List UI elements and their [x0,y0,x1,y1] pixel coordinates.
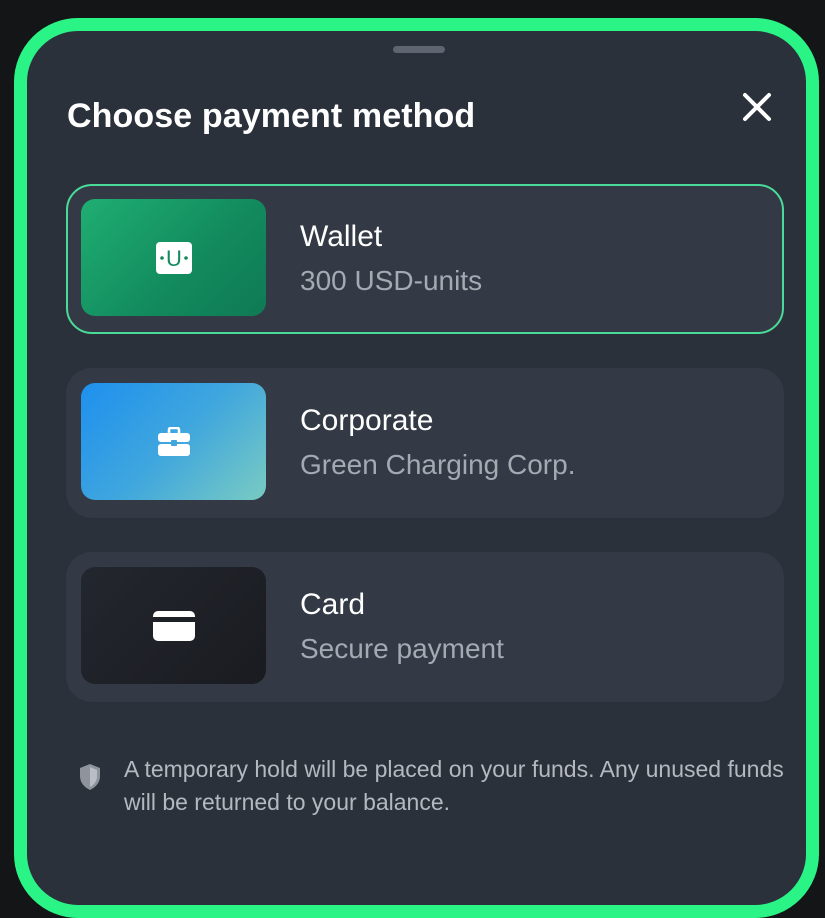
corporate-text: Corporate Green Charging Corp. [300,404,575,482]
option-title: Wallet [300,220,383,253]
wallet-thumbnail: U [81,199,266,316]
credit-card-icon [152,610,195,641]
close-button[interactable] [735,85,779,129]
briefcase-icon [157,426,190,456]
notice-text: A temporary hold will be placed on your … [124,756,784,815]
option-subtitle: 300 USD-units [300,265,483,296]
payment-option-wallet[interactable]: U Wallet 300 USD-units [66,184,784,334]
shield-icon [80,764,100,790]
drag-handle[interactable] [393,46,445,53]
option-title: Corporate [300,404,434,437]
payment-option-card[interactable]: Card Secure payment [66,552,784,702]
payment-method-sheet: Choose payment method U Wallet 300 USD-u… [27,31,806,905]
payment-option-corporate[interactable]: Corporate Green Charging Corp. [66,368,784,518]
option-title: Card [300,588,366,621]
wallet-u-icon: U [155,241,192,274]
option-subtitle: Green Charging Corp. [300,449,576,480]
card-thumbnail [81,567,266,684]
close-icon [743,93,771,121]
card-text: Card Secure payment [300,588,504,666]
sheet-title: Choose payment method [67,97,476,135]
wallet-u-letter: U [166,246,182,271]
device-frame: Choose payment method U Wallet 300 USD-u… [14,18,819,918]
option-subtitle: Secure payment [300,633,504,664]
wallet-text: Wallet 300 USD-units [300,220,482,298]
corporate-thumbnail [81,383,266,500]
